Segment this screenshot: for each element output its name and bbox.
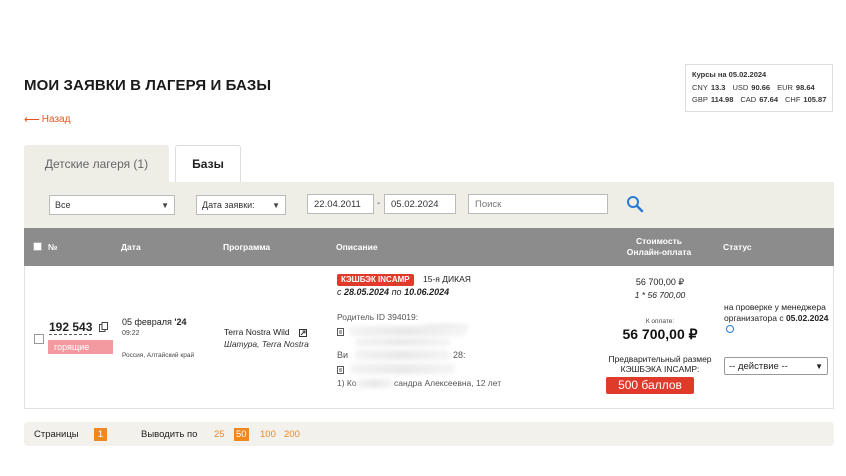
header-status: Статус xyxy=(723,242,752,252)
rate-code: USD xyxy=(732,83,749,92)
header-program: Программа xyxy=(223,242,271,252)
program-name[interactable]: Terra Nostra Wild xyxy=(224,327,290,337)
header-cost-line2: Онлайн-оплата xyxy=(626,247,692,257)
per-page-label: Выводить по xyxy=(141,429,198,440)
child-info-suffix: сандра Алексеевна, 12 лет xyxy=(394,378,502,388)
order-date-year: '24 xyxy=(174,317,187,327)
chevron-down-icon: ▼ xyxy=(272,200,280,210)
status-text: на проверке у менеджера организатора с 0… xyxy=(724,302,832,335)
filter-bar: Все ▼ Дата заявки: ▼ 22.04.2011 - 05.02.… xyxy=(24,182,834,228)
price-online: 1 * 56 700,00 xyxy=(634,290,686,300)
date-to-input[interactable]: 05.02.2024 xyxy=(384,194,456,214)
date-separator: - xyxy=(377,198,381,209)
rates-title: Курсы на 05.02.2024 xyxy=(692,70,767,79)
redacted-block xyxy=(350,326,465,336)
date-type-select[interactable]: Дата заявки: ▼ xyxy=(196,195,286,215)
rates-row: CNY 13.3 USD 90.66 EUR 98.64 xyxy=(692,83,826,92)
order-date-day: 05 февраля xyxy=(122,317,172,327)
pagination-bar: Страницы 1 Выводить по 25 50 100 200 xyxy=(24,422,834,446)
extra-info-prefix: Ви xyxy=(337,350,349,360)
action-select-value: -- действие -- xyxy=(729,360,788,372)
redacted-block xyxy=(355,338,450,346)
shift-date-to: 10.06.2024 xyxy=(404,287,450,297)
cashback-label: Предварительный размер КЭШБЭКА INCAMP: xyxy=(608,354,712,374)
extra-info: Ви xyxy=(337,350,348,360)
rate-code: GBP xyxy=(692,95,708,104)
to-pay-label: К оплате: xyxy=(645,318,675,325)
page-title: МОИ ЗАЯВКИ В ЛАГЕРЯ И БАЗЫ xyxy=(24,77,272,94)
shift-dates-mid: по xyxy=(391,287,402,297)
rate-value: 67.64 xyxy=(759,95,778,104)
table-header: № Дата Программа Описание Стоимость Онла… xyxy=(24,228,834,266)
search-icon[interactable] xyxy=(626,195,644,213)
rate-value: 13.3 xyxy=(710,83,726,92)
date-from-input[interactable]: 22.04.2011 xyxy=(307,194,374,214)
status-filter-select[interactable]: Все ▼ xyxy=(49,195,175,215)
select-all-checkbox[interactable] xyxy=(33,242,42,251)
arrow-left-icon: ⟵ xyxy=(24,114,40,126)
extra-info-suffix: 28: xyxy=(453,350,466,360)
order-region: Россия, Алтайский край xyxy=(122,352,195,359)
currency-rates: Курсы на 05.02.2024 CNY 13.3 USD 90.66 E… xyxy=(685,64,833,112)
action-select[interactable]: -- действие -- ▼ xyxy=(724,357,828,375)
search-input[interactable]: Поиск xyxy=(468,194,608,214)
tab-camps[interactable]: Детские лагеря (1) xyxy=(24,145,169,182)
redacted-block xyxy=(357,379,393,388)
rate-code: EUR xyxy=(777,83,793,92)
table-row: 192 543 горящие 05 февраля '24 09:22 Рос… xyxy=(24,266,834,409)
pages-label: Страницы xyxy=(34,429,79,440)
copy-icon[interactable] xyxy=(99,322,108,332)
cashback-badge: КЭШБЭК INCAMP xyxy=(337,274,414,286)
document-icon xyxy=(337,328,344,336)
header-date: Дата xyxy=(121,242,141,252)
per-page-50[interactable]: 50 xyxy=(234,428,249,441)
price-total: 56 700,00 ₽ xyxy=(635,277,685,287)
shift-title: 15-я ДИКАЯ xyxy=(423,274,471,284)
status-date: 05.02.2024 xyxy=(785,313,829,323)
to-pay-amount: 56 700,00 ₽ xyxy=(622,326,698,342)
page-1[interactable]: 1 xyxy=(94,428,107,441)
parent-info: Родитель ID 394019: xyxy=(337,312,419,322)
chevron-down-icon: ▼ xyxy=(161,200,169,210)
status-filter-value: Все xyxy=(55,200,71,210)
shift-date-from: 28.05.2024 xyxy=(344,287,390,297)
order-time: 09:22 xyxy=(122,330,140,337)
document-icon xyxy=(337,366,344,374)
rate-value: 98.64 xyxy=(795,83,815,92)
tab-bases[interactable]: Базы xyxy=(175,145,241,182)
row-checkbox[interactable] xyxy=(34,334,44,344)
header-cost: Стоимость Онлайн-оплата xyxy=(614,236,704,258)
date-type-value: Дата заявки: xyxy=(202,200,255,210)
back-link-label: Назад xyxy=(41,114,71,125)
per-page-100[interactable]: 100 xyxy=(258,428,278,441)
redacted-block xyxy=(350,364,455,374)
header-cost-line1: Стоимость xyxy=(636,236,682,246)
redacted-block xyxy=(355,350,450,360)
rate-code: CAD xyxy=(740,95,757,104)
child-info-prefix: 1) Ко xyxy=(337,378,357,388)
rate-code: CNY xyxy=(692,83,708,92)
rate-value: 114.98 xyxy=(710,95,734,104)
rate-value: 105.87 xyxy=(803,95,827,104)
program-location: Шатура, Terra Nostra xyxy=(224,339,309,349)
order-number[interactable]: 192 543 xyxy=(49,320,93,335)
shift-dates: с 28.05.2024 по 10.06.2024 xyxy=(337,287,449,297)
tabs: Детские лагеря (1) Базы xyxy=(24,145,241,182)
per-page-25[interactable]: 25 xyxy=(212,428,227,441)
chevron-down-icon: ▼ xyxy=(815,361,823,371)
cashback-points: 500 баллов xyxy=(606,377,694,394)
hot-badge: горящие xyxy=(48,340,113,354)
rates-row: GBP 114.98 CAD 67.64 CHF 105.87 xyxy=(692,95,826,104)
rate-code: CHF xyxy=(785,95,801,104)
child-info: 1) Ко xyxy=(337,378,357,388)
shift-dates-prefix: с xyxy=(337,287,342,297)
back-link[interactable]: ⟵ Назад xyxy=(24,113,70,126)
external-link-icon[interactable] xyxy=(299,329,307,337)
header-num: № xyxy=(48,242,58,252)
header-description: Описание xyxy=(336,242,378,252)
rate-value: 90.66 xyxy=(751,83,771,92)
per-page-200[interactable]: 200 xyxy=(282,428,302,441)
clock-icon xyxy=(726,325,734,333)
order-date: 05 февраля '24 xyxy=(122,317,187,327)
